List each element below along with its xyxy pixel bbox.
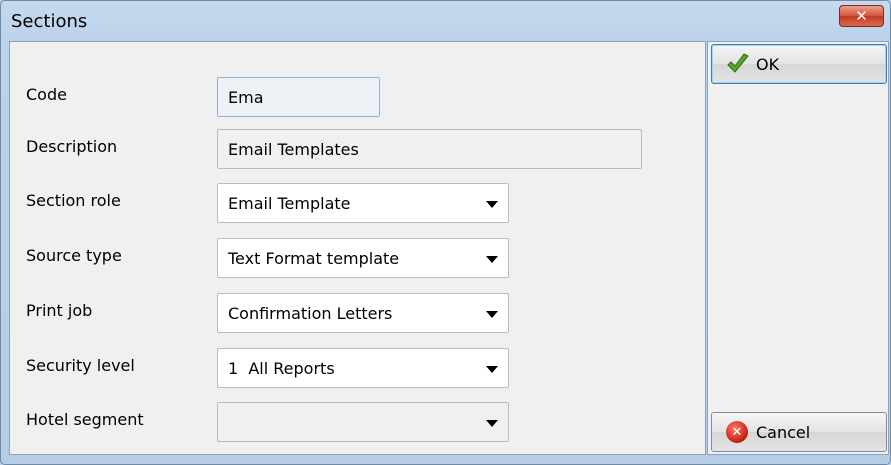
title-bar[interactable]: Sections ✕ [1,1,890,41]
source-type-row: Source type Text Format template [10,238,705,278]
chevron-down-icon [486,366,498,373]
close-button[interactable]: ✕ [839,5,884,27]
cancel-icon: ✕ [726,421,748,443]
source-type-dropdown[interactable]: Text Format template [217,238,509,278]
checkmark-icon [727,53,749,73]
ok-label: OK [756,54,780,74]
window-title: Sections [11,11,88,32]
source-type-value: Text Format template [228,248,400,268]
source-type-label: Source type [26,246,122,265]
chevron-down-icon [486,420,498,427]
security-level-row: Security level 1 All Reports [10,348,705,388]
security-level-value: 1 All Reports [228,358,335,378]
ok-button[interactable]: OK [711,44,887,84]
security-level-dropdown[interactable]: 1 All Reports [217,348,509,388]
hotel-segment-row: Hotel segment [10,402,705,442]
code-field[interactable]: Ema [217,77,380,117]
section-role-row: Section role Email Template [10,183,705,223]
description-label: Description [26,137,118,156]
print-job-label: Print job [26,301,93,320]
section-role-dropdown[interactable]: Email Template [217,183,509,223]
form-panel: Code Ema Description Email Templates Sec… [9,41,706,455]
print-job-value: Confirmation Letters [228,303,393,323]
chevron-down-icon [486,311,498,318]
chevron-down-icon [486,201,498,208]
sections-dialog: Sections ✕ Code Ema Description Email Te… [0,0,891,465]
code-row: Code Ema [10,77,705,117]
description-value: Email Templates [228,139,359,159]
print-job-row: Print job Confirmation Letters [10,293,705,333]
code-label: Code [26,85,67,104]
section-role-value: Email Template [228,193,351,213]
print-job-dropdown[interactable]: Confirmation Letters [217,293,509,333]
description-field[interactable]: Email Templates [217,129,642,169]
section-role-label: Section role [26,191,121,210]
code-value: Ema [228,87,264,107]
hotel-segment-label: Hotel segment [26,410,144,429]
cancel-label: Cancel [756,422,811,442]
hotel-segment-dropdown[interactable] [217,402,509,442]
chevron-down-icon [486,256,498,263]
description-row: Description Email Templates [10,129,705,169]
close-icon: ✕ [855,7,868,25]
cancel-button[interactable]: ✕ Cancel [711,412,887,452]
security-level-label: Security level [26,356,135,375]
button-panel: OK ✕ Cancel [707,41,889,455]
